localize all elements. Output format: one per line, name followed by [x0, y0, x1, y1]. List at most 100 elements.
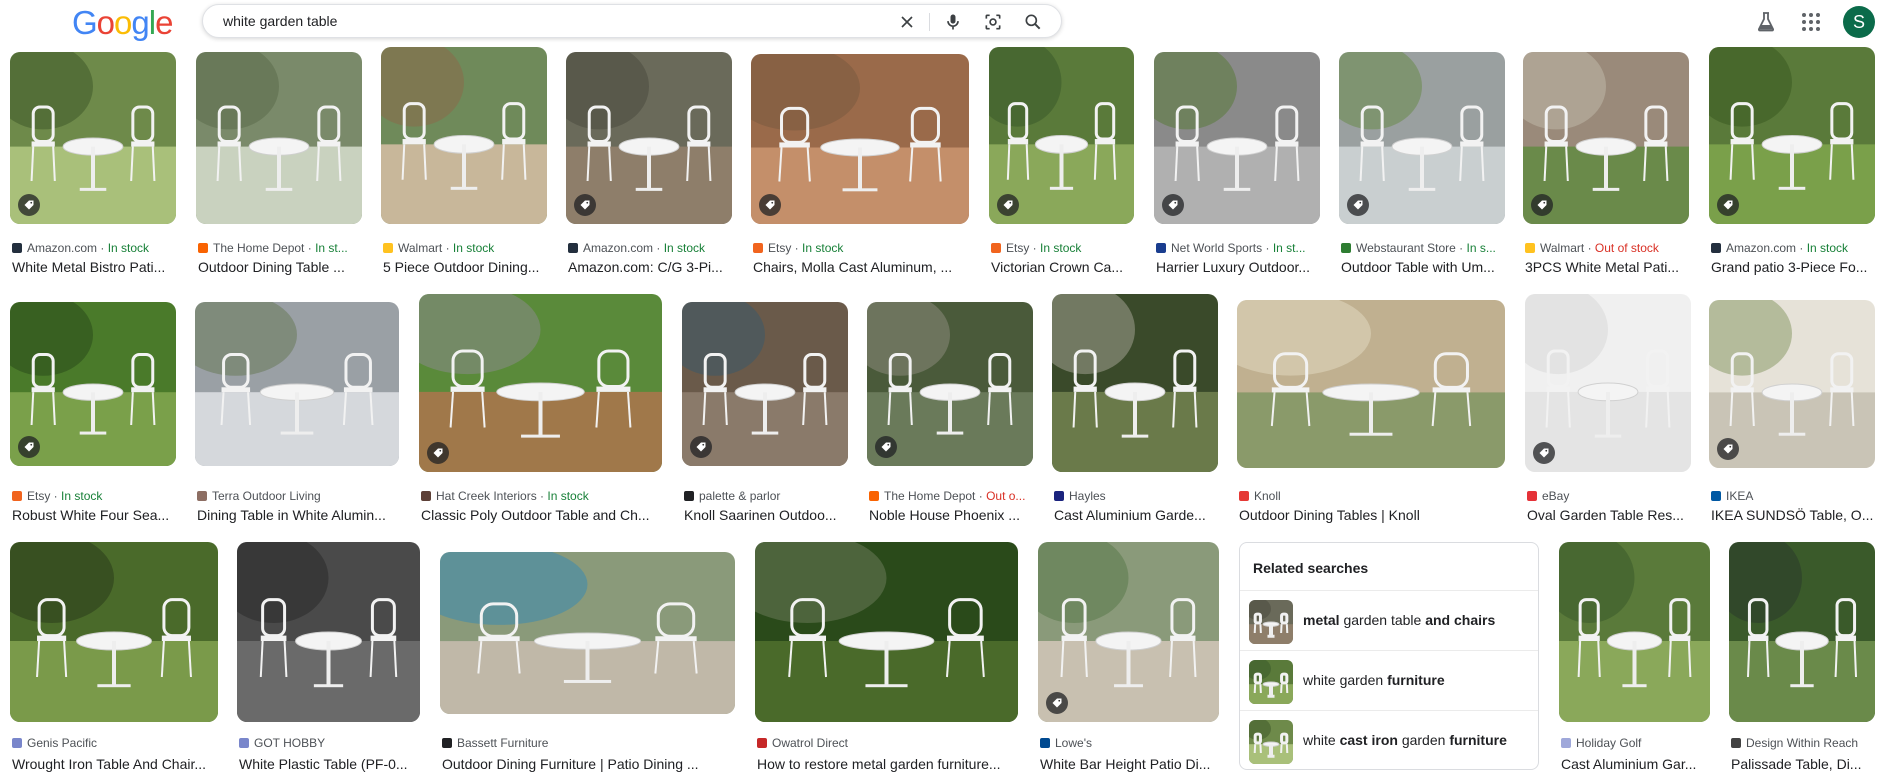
result-title[interactable]: How to restore metal garden furniture... [757, 756, 1018, 772]
result-source[interactable]: IKEA [1711, 489, 1875, 503]
result-title[interactable]: White Metal Bistro Pati... [12, 259, 176, 275]
image-result[interactable]: Design Within Reach Palissade Table, Di..… [1729, 542, 1875, 776]
result-source[interactable]: Walmart · In stock [383, 241, 547, 255]
result-thumbnail[interactable] [1709, 300, 1875, 468]
result-thumbnail[interactable] [989, 47, 1134, 224]
image-result[interactable]: Walmart · In stock 5 Piece Outdoor Dining… [381, 47, 547, 279]
lens-icon[interactable] [983, 12, 1003, 32]
image-result[interactable]: Etsy · In stock Robust White Four Sea... [10, 302, 176, 527]
image-result[interactable]: Bassett Furniture Outdoor Dining Furnitur… [440, 552, 735, 776]
image-result[interactable]: IKEA IKEA SUNDSÖ Table, O... [1709, 300, 1875, 527]
result-source[interactable]: The Home Depot · In st... [198, 241, 362, 255]
result-thumbnail[interactable] [1559, 542, 1710, 722]
search-icon[interactable] [1023, 12, 1043, 32]
result-thumbnail[interactable] [682, 302, 848, 466]
image-result[interactable]: Knoll Outdoor Dining Tables | Knoll [1237, 300, 1505, 527]
result-title[interactable]: 3PCS White Metal Pati... [1525, 259, 1689, 275]
image-result[interactable]: eBay Oval Garden Table Res... [1525, 294, 1691, 527]
result-title[interactable]: 5 Piece Outdoor Dining... [383, 259, 547, 275]
result-title[interactable]: Harrier Luxury Outdoor... [1156, 259, 1320, 275]
result-source[interactable]: Etsy · In stock [991, 241, 1134, 255]
result-title[interactable]: Oval Garden Table Res... [1527, 507, 1691, 523]
result-thumbnail[interactable] [237, 542, 420, 722]
result-title[interactable]: IKEA SUNDSÖ Table, O... [1711, 507, 1875, 523]
result-source[interactable]: Genis Pacific [12, 736, 218, 750]
result-title[interactable]: Outdoor Dining Tables | Knoll [1239, 507, 1505, 523]
result-source[interactable]: Webstaurant Store · In s... [1341, 241, 1505, 255]
result-source[interactable]: Amazon.com · In stock [12, 241, 176, 255]
result-source[interactable]: Hat Creek Interiors · In stock [421, 489, 662, 503]
image-result[interactable]: Amazon.com · In stock White Metal Bistro … [10, 52, 176, 279]
result-thumbnail[interactable] [10, 302, 176, 466]
result-thumbnail[interactable] [1237, 300, 1505, 468]
image-result[interactable]: Etsy · In stock Victorian Crown Ca... [989, 47, 1134, 279]
image-result[interactable]: Genis Pacific Wrought Iron Table And Chai… [10, 542, 218, 776]
result-thumbnail[interactable] [751, 54, 969, 224]
result-title[interactable]: Palissade Table, Di... [1731, 756, 1875, 772]
result-thumbnail[interactable] [1339, 52, 1505, 224]
result-source[interactable]: GOT HOBBY [239, 736, 420, 750]
image-result[interactable]: Hayles Cast Aluminium Garde... [1052, 294, 1218, 527]
result-source[interactable]: Walmart · Out of stock [1525, 241, 1689, 255]
result-source[interactable]: Etsy · In stock [12, 489, 176, 503]
image-result[interactable]: Holiday Golf Cast Aluminium Gar... [1559, 542, 1710, 776]
result-title[interactable]: Outdoor Dining Table ... [198, 259, 362, 275]
related-search-item[interactable]: white garden furniture [1240, 650, 1538, 710]
result-thumbnail[interactable] [755, 542, 1018, 722]
result-thumbnail[interactable] [867, 302, 1033, 466]
result-source[interactable]: Design Within Reach [1731, 736, 1875, 750]
image-result[interactable]: The Home Depot · In st... Outdoor Dining … [196, 52, 362, 279]
image-result[interactable]: Walmart · Out of stock 3PCS White Metal P… [1523, 52, 1689, 279]
result-title[interactable]: Cast Aluminium Gar... [1561, 756, 1710, 772]
result-title[interactable]: Wrought Iron Table And Chair... [12, 756, 218, 772]
result-title[interactable]: White Plastic Table (PF-0... [239, 756, 420, 772]
image-result[interactable]: palette & parlor Knoll Saarinen Outdoo... [682, 302, 848, 527]
result-title[interactable]: Grand patio 3-Piece Fo... [1711, 259, 1875, 275]
result-source[interactable]: The Home Depot · Out o... [869, 489, 1033, 503]
related-search-item[interactable]: white cast iron garden furniture [1240, 710, 1538, 770]
result-title[interactable]: White Bar Height Patio Di... [1040, 756, 1219, 772]
result-source[interactable]: eBay [1527, 489, 1691, 503]
result-thumbnail[interactable] [10, 52, 176, 224]
result-source[interactable]: palette & parlor [684, 489, 848, 503]
result-source[interactable]: Hayles [1054, 489, 1218, 503]
image-result[interactable]: Amazon.com · In stock Grand patio 3-Piece… [1709, 47, 1875, 279]
result-thumbnail[interactable] [1523, 52, 1689, 224]
result-thumbnail[interactable] [195, 302, 399, 466]
image-result[interactable]: Hat Creek Interiors · In stock Classic Po… [419, 294, 662, 527]
result-thumbnail[interactable] [1709, 47, 1875, 224]
result-source[interactable]: Etsy · In stock [753, 241, 969, 255]
result-source[interactable]: Knoll [1239, 489, 1505, 503]
image-result[interactable]: Net World Sports · In st... Harrier Luxur… [1154, 52, 1320, 279]
image-result[interactable]: The Home Depot · Out o... Noble House Pho… [867, 302, 1033, 527]
close-icon[interactable] [897, 12, 917, 32]
result-title[interactable]: Outdoor Table with Um... [1341, 259, 1505, 275]
result-title[interactable]: Outdoor Dining Furniture | Patio Dining … [442, 756, 735, 772]
result-thumbnail[interactable] [566, 52, 732, 224]
result-title[interactable]: Chairs, Molla Cast Aluminum, ... [753, 259, 969, 275]
microphone-icon[interactable] [943, 12, 963, 32]
image-result[interactable]: GOT HOBBY White Plastic Table (PF-0... [237, 542, 420, 776]
result-thumbnail[interactable] [381, 47, 547, 224]
google-logo[interactable]: Google [72, 4, 173, 42]
result-source[interactable]: Bassett Furniture [442, 736, 735, 750]
result-thumbnail[interactable] [1729, 542, 1875, 722]
result-thumbnail[interactable] [196, 52, 362, 224]
result-thumbnail[interactable] [10, 542, 218, 722]
result-source[interactable]: Amazon.com · In stock [1711, 241, 1875, 255]
image-result[interactable]: Lowe's White Bar Height Patio Di... [1038, 542, 1219, 776]
image-result[interactable]: Owatrol Direct How to restore metal garde… [755, 542, 1018, 776]
image-result[interactable]: Etsy · In stock Chairs, Molla Cast Alumin… [751, 54, 969, 279]
result-title[interactable]: Noble House Phoenix ... [869, 507, 1033, 523]
result-title[interactable]: Dining Table in White Alumin... [197, 507, 399, 523]
result-thumbnail[interactable] [419, 294, 662, 472]
image-result[interactable]: Webstaurant Store · In s... Outdoor Table… [1339, 52, 1505, 279]
result-source[interactable]: Net World Sports · In st... [1156, 241, 1320, 255]
account-avatar[interactable]: S [1843, 6, 1875, 38]
result-title[interactable]: Robust White Four Sea... [12, 507, 176, 523]
apps-icon[interactable] [1799, 10, 1823, 34]
image-result[interactable]: Terra Outdoor Living Dining Table in Whit… [195, 302, 399, 527]
image-result[interactable]: Amazon.com · In stock Amazon.com: C/G 3-P… [566, 52, 732, 279]
result-title[interactable]: Victorian Crown Ca... [991, 259, 1134, 275]
labs-icon[interactable] [1754, 10, 1778, 34]
